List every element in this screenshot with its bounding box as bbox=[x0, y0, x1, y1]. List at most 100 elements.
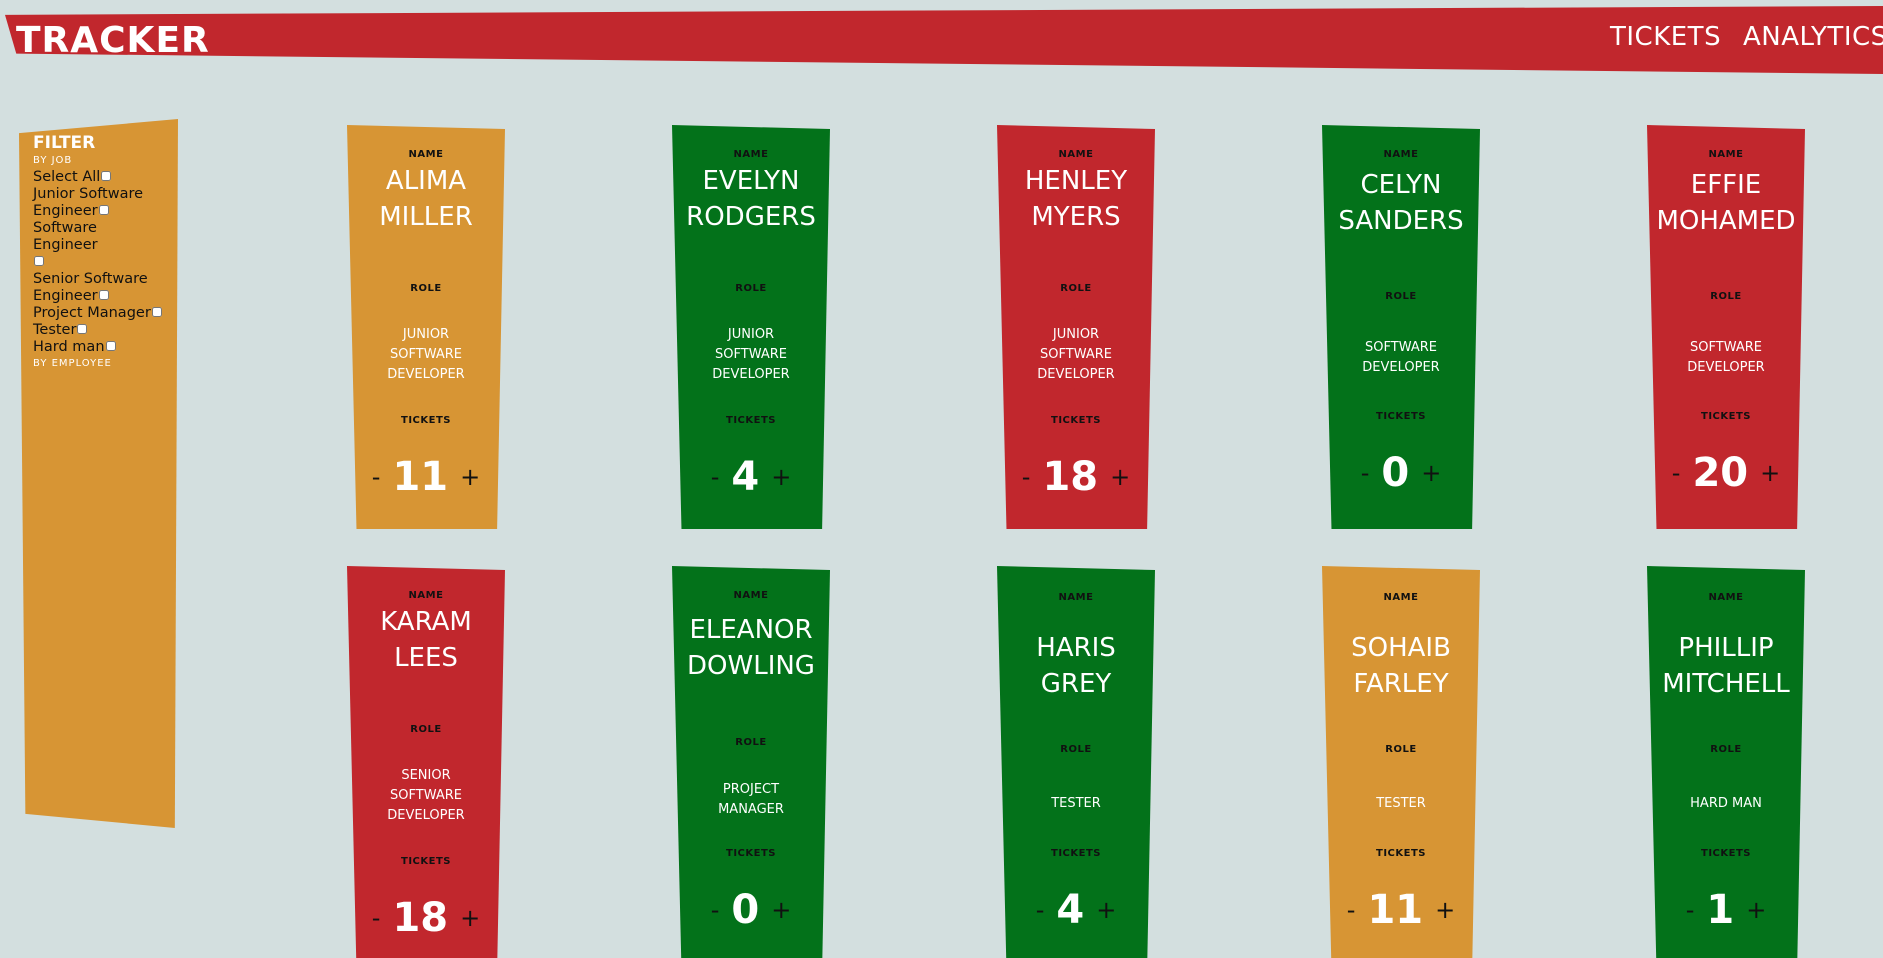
senior-software-engineer-checkbox[interactable] bbox=[98, 290, 109, 300]
filter-title: FILTER bbox=[33, 133, 96, 153]
nav-tickets-link[interactable]: TICKETS bbox=[1610, 22, 1721, 52]
decrement-button[interactable]: - bbox=[709, 463, 722, 491]
increment-button[interactable]: + bbox=[458, 463, 482, 491]
decrement-button[interactable]: - bbox=[709, 896, 722, 924]
filter-by-employee-heading: BY EMPLOYEE bbox=[33, 358, 112, 369]
ticket-count: 18 bbox=[1042, 454, 1099, 500]
software-engineer-checkbox[interactable] bbox=[34, 256, 44, 266]
project-manager-checkbox[interactable] bbox=[151, 307, 162, 317]
name-label: NAME bbox=[408, 149, 444, 160]
employee-card: NAME CELYN SANDERS ROLE SOFTWARE DEVELOP… bbox=[1322, 125, 1480, 529]
name-label: NAME bbox=[733, 590, 769, 601]
employee-name: PHILLIP MITCHELL bbox=[1662, 633, 1790, 699]
ticket-count: 20 bbox=[1692, 450, 1749, 496]
increment-button[interactable]: + bbox=[1433, 896, 1457, 924]
filter-option-hard-man: Hard man bbox=[33, 339, 163, 356]
ticket-counter: - 0 + bbox=[1322, 450, 1480, 496]
decrement-button[interactable]: - bbox=[1359, 459, 1372, 487]
tickets-label: TICKETS bbox=[401, 856, 451, 867]
employee-role: JUNIOR SOFTWARE DEVELOPER bbox=[387, 327, 465, 382]
role-label: ROLE bbox=[735, 737, 767, 748]
ticket-count: 18 bbox=[392, 895, 449, 941]
filter-option-label: Hard man bbox=[33, 339, 105, 355]
employee-card: NAME EFFIE MOHAMED ROLE SOFTWARE DEVELOP… bbox=[1647, 125, 1805, 529]
employee-card: NAME PHILLIP MITCHELL ROLE HARD MAN TICK… bbox=[1647, 566, 1805, 958]
ticket-counter: - 18 + bbox=[997, 454, 1155, 500]
employee-card: NAME KARAM LEES ROLE SENIOR SOFTWARE DEV… bbox=[347, 566, 505, 958]
role-label: ROLE bbox=[1710, 744, 1742, 755]
tester-checkbox[interactable] bbox=[77, 324, 88, 334]
name-label: NAME bbox=[1708, 592, 1744, 603]
tickets-label: TICKETS bbox=[726, 848, 776, 859]
filter-option-label: Junior Software Engineer bbox=[33, 186, 144, 219]
ticket-count: 4 bbox=[1056, 887, 1085, 933]
select-all-checkbox[interactable] bbox=[101, 171, 112, 181]
employee-name: KARAM LEES bbox=[380, 607, 472, 673]
app-logo[interactable]: TRACKER bbox=[16, 20, 210, 61]
employee-name: HARIS GREY bbox=[1036, 633, 1116, 699]
tickets-label: TICKETS bbox=[1701, 411, 1751, 422]
ticket-counter: - 11 + bbox=[347, 454, 505, 500]
employee-role: HARD MAN bbox=[1690, 796, 1762, 811]
employee-role: SOFTWARE DEVELOPER bbox=[1687, 340, 1765, 375]
tickets-label: TICKETS bbox=[1051, 415, 1101, 426]
filter-option-label: Select All bbox=[33, 169, 101, 185]
ticket-counter: - 11 + bbox=[1322, 887, 1480, 933]
decrement-button[interactable]: - bbox=[1345, 896, 1358, 924]
employee-card: NAME EVELYN RODGERS ROLE JUNIOR SOFTWARE… bbox=[672, 125, 830, 529]
decrement-button[interactable]: - bbox=[1020, 463, 1033, 491]
ticket-count: 11 bbox=[392, 454, 449, 500]
name-label: NAME bbox=[1708, 149, 1744, 160]
ticket-counter: - 0 + bbox=[672, 887, 830, 933]
ticket-count: 4 bbox=[731, 454, 760, 500]
increment-button[interactable]: + bbox=[1108, 463, 1132, 491]
increment-button[interactable]: + bbox=[1419, 459, 1443, 487]
employee-card: NAME HENLEY MYERS ROLE JUNIOR SOFTWARE D… bbox=[997, 125, 1155, 529]
junior-software-engineer-checkbox[interactable] bbox=[98, 205, 109, 215]
decrement-button[interactable]: - bbox=[370, 463, 383, 491]
role-label: ROLE bbox=[410, 283, 442, 294]
tickets-label: TICKETS bbox=[1376, 411, 1426, 422]
role-label: ROLE bbox=[1060, 283, 1092, 294]
filter-option-tester: Tester bbox=[33, 322, 163, 339]
name-label: NAME bbox=[408, 590, 444, 601]
employee-role: TESTER bbox=[1051, 796, 1101, 811]
employee-name: HENLEY MYERS bbox=[1024, 166, 1128, 232]
name-label: NAME bbox=[1383, 149, 1419, 160]
decrement-button[interactable]: - bbox=[1684, 896, 1697, 924]
ticket-count: 0 bbox=[1381, 450, 1410, 496]
employee-role: TESTER bbox=[1376, 796, 1426, 811]
increment-button[interactable]: + bbox=[1758, 459, 1782, 487]
increment-button[interactable]: + bbox=[458, 904, 482, 932]
ticket-counter: - 4 + bbox=[672, 454, 830, 500]
increment-button[interactable]: + bbox=[1744, 896, 1768, 924]
name-label: NAME bbox=[1058, 149, 1094, 160]
decrement-button[interactable]: - bbox=[370, 904, 383, 932]
filter-option-select-all: Select All bbox=[33, 169, 163, 186]
role-label: ROLE bbox=[735, 283, 767, 294]
employee-role: SENIOR SOFTWARE DEVELOPER bbox=[387, 768, 465, 823]
hard-man-checkbox[interactable] bbox=[105, 341, 116, 351]
increment-button[interactable]: + bbox=[1094, 896, 1118, 924]
filter-option-junior-software-engineer: Junior Software Engineer bbox=[33, 186, 163, 220]
ticket-count: 11 bbox=[1367, 887, 1424, 933]
increment-button[interactable]: + bbox=[769, 896, 793, 924]
filter-by-job-heading: BY JOB bbox=[33, 155, 73, 166]
decrement-button[interactable]: - bbox=[1670, 459, 1683, 487]
name-label: NAME bbox=[1058, 592, 1094, 603]
decrement-button[interactable]: - bbox=[1034, 896, 1047, 924]
name-label: NAME bbox=[1383, 592, 1419, 603]
employee-role: SOFTWARE DEVELOPER bbox=[1362, 340, 1440, 375]
role-label: ROLE bbox=[410, 724, 442, 735]
employee-card: NAME ELEANOR DOWLING ROLE PROJECT MANAGE… bbox=[672, 566, 830, 958]
name-label: NAME bbox=[733, 149, 769, 160]
top-nav-bar bbox=[5, 6, 1883, 74]
tickets-label: TICKETS bbox=[1051, 848, 1101, 859]
nav-analytics-link[interactable]: ANALYTICS bbox=[1743, 22, 1883, 52]
ticket-counter: - 4 + bbox=[997, 887, 1155, 933]
increment-button[interactable]: + bbox=[769, 463, 793, 491]
tickets-label: TICKETS bbox=[401, 415, 451, 426]
ticket-counter: - 18 + bbox=[347, 895, 505, 941]
employee-name: CELYN SANDERS bbox=[1338, 170, 1464, 236]
filter-option-software-engineer: Software Engineer bbox=[33, 220, 163, 271]
